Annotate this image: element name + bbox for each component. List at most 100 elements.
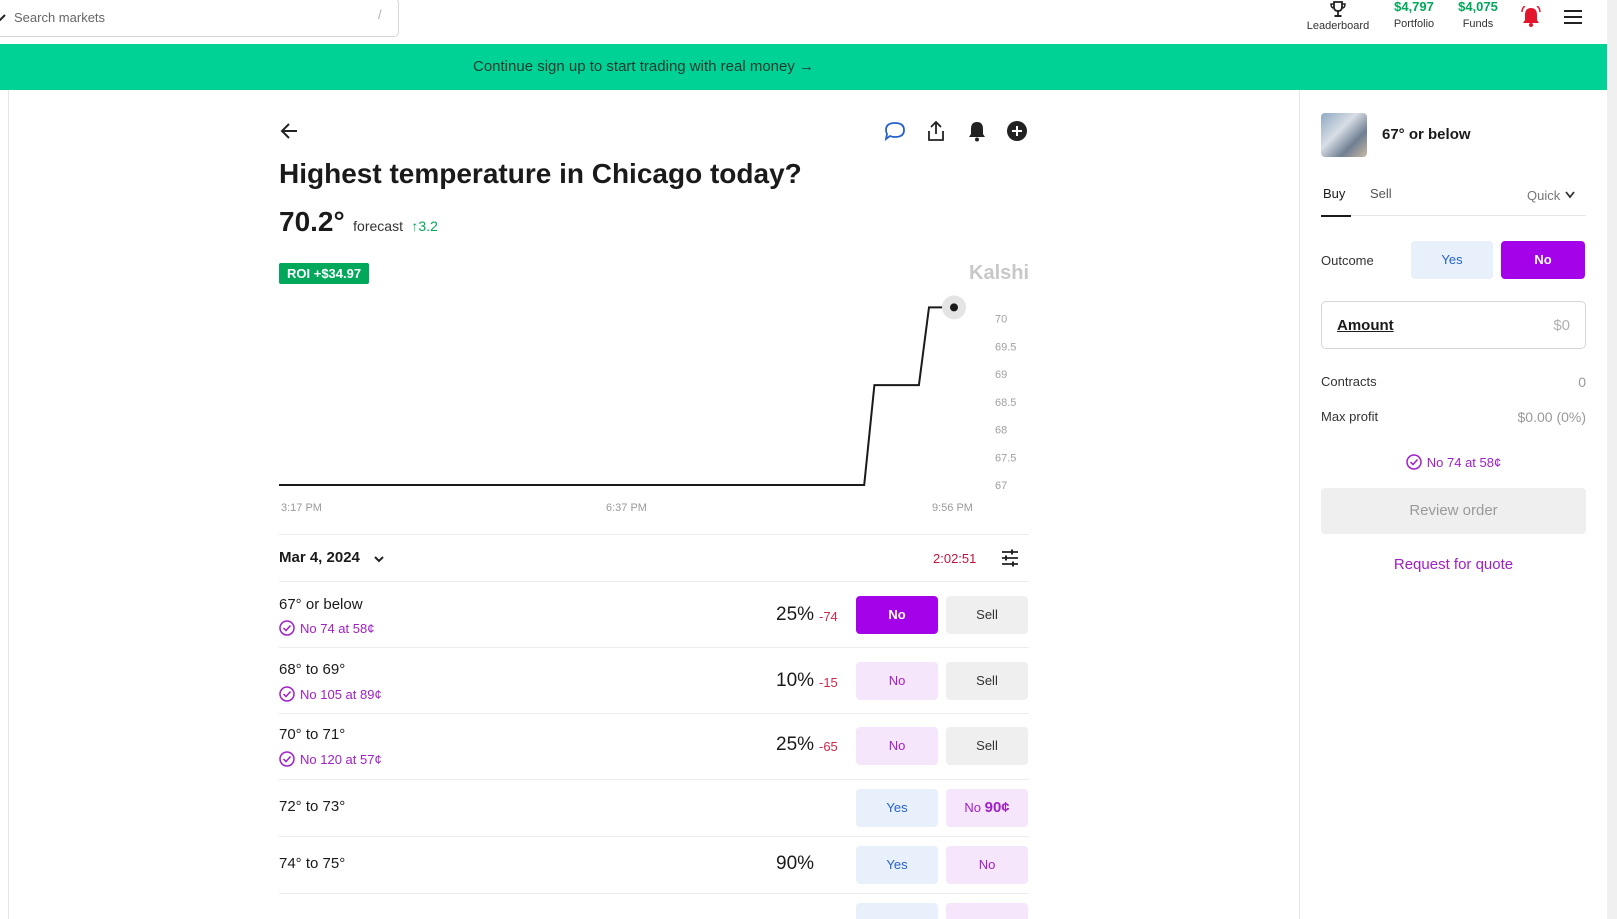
funds-link[interactable]: $4,075 Funds bbox=[1451, 0, 1505, 31]
right-divider bbox=[1299, 90, 1300, 919]
forecast-value: 70.2° bbox=[279, 206, 345, 237]
outcome-chance: 25% bbox=[776, 734, 815, 755]
no-button[interactable]: No bbox=[856, 596, 938, 634]
outcome-name: 72° to 73° bbox=[279, 798, 346, 815]
outcome-row-67-or-below[interactable]: 67° or below No 74 at 58¢ 25% -74 No Sel… bbox=[279, 582, 1029, 648]
x-tick-label: 6:37 PM bbox=[606, 502, 647, 514]
contracts-row: Contracts 0 bbox=[1321, 374, 1586, 390]
share-icon[interactable] bbox=[925, 120, 947, 142]
forecast-change: ↑3.2 bbox=[411, 218, 438, 234]
amount-input[interactable]: Amount $0 bbox=[1321, 301, 1586, 349]
date-bar: Mar 4, 2024 2:02:51 bbox=[279, 534, 1029, 582]
position-note: No 120 at 57¢ bbox=[279, 751, 382, 767]
tab-buy[interactable]: Buy bbox=[1323, 186, 1345, 201]
outcome-name: 67° or below bbox=[279, 596, 363, 613]
forecast-row: 70.2° forecast ↑3.2 bbox=[279, 206, 438, 238]
back-arrow-icon[interactable] bbox=[279, 120, 301, 142]
outcome-yes-button[interactable]: Yes bbox=[1411, 241, 1493, 279]
alert-bell-icon[interactable] bbox=[966, 120, 988, 142]
sell-button[interactable]: Sell bbox=[946, 662, 1028, 700]
request-for-quote-link[interactable]: Request for quote bbox=[1321, 556, 1586, 573]
y-tick-label: 67 bbox=[995, 480, 1007, 492]
portfolio-link[interactable]: $4,797 Portfolio bbox=[1386, 0, 1442, 31]
outcome-row-partial[interactable] bbox=[279, 894, 1029, 919]
hamburger-menu-icon[interactable] bbox=[1563, 9, 1583, 25]
page-scrollbar[interactable] bbox=[1607, 0, 1617, 919]
sell-button[interactable]: Sell bbox=[946, 596, 1028, 634]
yes-button[interactable] bbox=[856, 903, 938, 919]
yes-button[interactable]: Yes bbox=[856, 789, 938, 827]
outcome-row-70-to-71[interactable]: 70° to 71° No 120 at 57¢ 25% -65 No Sell bbox=[279, 714, 1029, 780]
portfolio-value: $4,797 bbox=[1394, 0, 1434, 14]
contracts-label: Contracts bbox=[1321, 374, 1377, 389]
no-button[interactable]: No bbox=[856, 727, 938, 765]
no-button[interactable]: No bbox=[946, 846, 1028, 884]
position-text: No 105 at 89¢ bbox=[300, 687, 382, 702]
market-title: Highest temperature in Chicago today? bbox=[279, 158, 802, 189]
no-price-button[interactable]: No 90¢ bbox=[946, 789, 1028, 827]
current-point-marker[interactable] bbox=[950, 303, 958, 312]
outcome-name: 74° to 75° bbox=[279, 855, 346, 872]
check-circle-icon bbox=[1406, 454, 1422, 470]
outcome-label: Outcome bbox=[1321, 253, 1374, 268]
outcome-chance: 10% bbox=[776, 670, 815, 691]
check-circle-icon bbox=[279, 686, 295, 702]
temperature-series-line bbox=[279, 306, 954, 486]
panel-position-text: No 74 at 58¢ bbox=[1426, 455, 1502, 470]
chance-change: -65 bbox=[819, 739, 838, 754]
outcome-no-button[interactable]: No bbox=[1501, 241, 1585, 279]
review-order-button[interactable]: Review order bbox=[1321, 488, 1586, 534]
funds-value: $4,075 bbox=[1458, 0, 1498, 14]
kalshi-watermark: Kalshi bbox=[969, 262, 1030, 284]
add-circle-icon[interactable] bbox=[1006, 120, 1028, 142]
forecast-label: forecast bbox=[353, 218, 403, 234]
y-tick-label: 69 bbox=[995, 369, 1007, 381]
search-icon bbox=[0, 14, 6, 21]
outcome-row-72-to-73[interactable]: 72° to 73° Yes No 90¢ bbox=[279, 780, 1029, 837]
y-tick-label: 67.5 bbox=[995, 452, 1016, 464]
search-box[interactable]: / bbox=[0, 0, 399, 37]
chevron-down-icon[interactable] bbox=[373, 553, 385, 565]
no-button[interactable] bbox=[946, 903, 1028, 919]
sell-button[interactable]: Sell bbox=[946, 727, 1028, 765]
notification-bell-icon[interactable] bbox=[1521, 6, 1541, 28]
no-button[interactable]: No bbox=[856, 662, 938, 700]
outcome-name: 68° to 69° bbox=[279, 661, 346, 678]
signup-banner[interactable]: Continue sign up to start trading with r… bbox=[0, 44, 1607, 90]
chance-change: -15 bbox=[819, 675, 838, 690]
portfolio-label: Portfolio bbox=[1393, 18, 1435, 30]
yes-button[interactable]: Yes bbox=[856, 846, 938, 884]
check-circle-icon bbox=[279, 620, 295, 636]
leaderboard-label: Leaderboard bbox=[1306, 20, 1370, 32]
search-shortcut-hint: / bbox=[378, 7, 382, 22]
chevron-down-icon bbox=[1565, 191, 1575, 199]
outcome-chance: 90% bbox=[776, 853, 815, 874]
date-selector[interactable]: Mar 4, 2024 bbox=[279, 549, 360, 566]
price-chart[interactable]: 67 67.5 68 68.5 69 69.5 70 bbox=[279, 290, 1029, 495]
y-tick-label: 69.5 bbox=[995, 341, 1016, 353]
y-tick-label: 68.5 bbox=[995, 397, 1016, 409]
check-circle-icon bbox=[279, 751, 295, 767]
order-mode-label: Quick bbox=[1527, 188, 1561, 203]
countdown-timer: 2:02:51 bbox=[933, 551, 977, 566]
chance-change: -74 bbox=[819, 609, 838, 624]
order-mode-dropdown[interactable]: Quick bbox=[1527, 188, 1576, 203]
amount-label: Amount bbox=[1337, 317, 1394, 334]
top-bar: / Leaderboard $4,797 Portfolio $4,075 Fu… bbox=[0, 0, 1607, 44]
roi-badge: ROI +$34.97 bbox=[279, 263, 370, 284]
leaderboard-link[interactable]: Leaderboard bbox=[1300, 0, 1376, 33]
outcome-row-74-to-75[interactable]: 74° to 75° 90% Yes No bbox=[279, 837, 1029, 894]
no-label: No bbox=[964, 800, 981, 815]
trophy-icon bbox=[1330, 1, 1346, 17]
search-input[interactable] bbox=[14, 7, 354, 27]
signup-banner-text: Continue sign up to start trading with r… bbox=[473, 58, 815, 75]
y-tick-label: 68 bbox=[995, 425, 1007, 437]
market-thumbnail bbox=[1321, 113, 1367, 157]
filter-sliders-icon[interactable] bbox=[1000, 548, 1020, 568]
max-profit-value: $0.00 (0%) bbox=[1517, 409, 1586, 425]
outcome-row-68-to-69[interactable]: 68° to 69° No 105 at 89¢ 10% -15 No Sell bbox=[279, 648, 1029, 714]
comment-icon[interactable] bbox=[884, 120, 906, 142]
tab-sell[interactable]: Sell bbox=[1370, 186, 1392, 201]
funds-label: Funds bbox=[1462, 18, 1494, 30]
position-text: No 74 at 58¢ bbox=[300, 621, 375, 636]
